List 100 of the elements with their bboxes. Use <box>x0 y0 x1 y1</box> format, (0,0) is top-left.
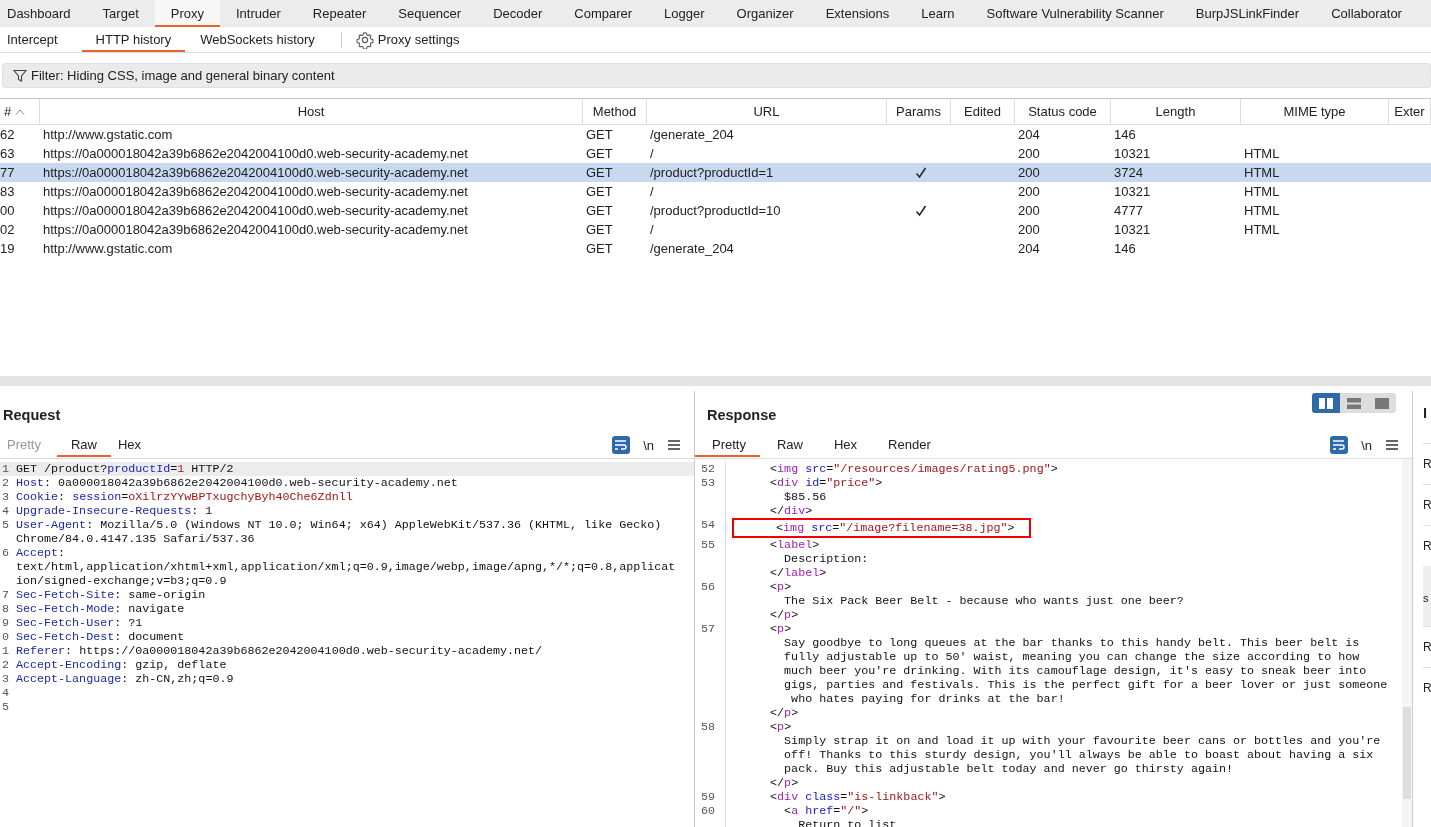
wrap-button[interactable] <box>1330 436 1349 454</box>
table-row[interactable]: 63 https://0a000018042a39b6862e2042004100d0.web-security-academy.net GET / 200 10321 HTML <box>0 144 1431 163</box>
newline-button[interactable]: \n <box>643 437 654 453</box>
inspector-row[interactable]: R <box>1423 667 1431 708</box>
code-line: </p> <box>769 706 799 720</box>
code-line: fully adjustable up to 50' waist, meaning you can change the size according to how <box>783 650 1360 664</box>
code-line: ion/signed-exchange;v=b3;q=0.9 <box>15 574 227 588</box>
main-tab[interactable]: Software Vulnerability Scanner <box>970 0 1180 27</box>
code-line: GET /product?productId=1 HTTP/2 <box>15 462 234 476</box>
column-header[interactable]: Status code <box>1015 99 1111 124</box>
code-line: <p> <box>769 720 792 734</box>
sort-icon <box>15 108 26 115</box>
scroll-thumb[interactable] <box>1403 707 1411 799</box>
settings-button[interactable]: Proxy settings <box>355 30 460 49</box>
wrap-icon <box>615 440 628 450</box>
main-tab[interactable]: Repeater <box>296 0 383 27</box>
column-header[interactable]: Exter <box>1389 99 1431 124</box>
main-tab[interactable]: Intruder <box>220 0 297 27</box>
line-number: 1 <box>2 462 9 476</box>
code-line: <img src="/resources/images/rating5.png"> <box>769 462 1058 476</box>
line-number: 8 <box>2 602 9 616</box>
table-cell-text: 3724 <box>1113 165 1144 180</box>
column-header[interactable]: Method <box>583 99 647 124</box>
code-line: Simply strap it on and load it up with your favourite beer cans or bottles and you're <box>783 734 1381 748</box>
main-tab[interactable]: BurpJSLinkFinder <box>1179 0 1316 27</box>
code-line: Host: 0a000018042a39b6862e2042004100d0.web-security-academy.net <box>15 476 458 490</box>
newline-button[interactable]: \n <box>1361 437 1372 453</box>
main-tab[interactable]: Proxy <box>154 0 220 27</box>
inspector-box: s <box>1423 566 1431 626</box>
table-row[interactable]: 62 http://www.gstatic.com GET /generate_204 204 146 <box>0 125 1431 144</box>
main-tab[interactable]: Sequencer <box>382 0 478 27</box>
line-number: 54 <box>701 518 716 532</box>
table-cell-text: GET <box>585 222 614 237</box>
code-line: Referer: https://0a000018042a39b6862e2042004100d0.web-security-academy.net/ <box>15 644 543 658</box>
main-tab[interactable]: Comparer <box>558 0 649 27</box>
main-tab[interactable]: Organizer <box>720 0 810 27</box>
table-cell-text: https://0a000018042a39b6862e2042004100d0.web-security-academy.net <box>42 184 469 199</box>
main-tab[interactable]: Learn <box>905 0 971 27</box>
inspector-row[interactable]: R <box>1423 443 1431 484</box>
code-line: The Six Pack Beer Belt - because who wants just one beer? <box>783 594 1184 608</box>
sub-tab[interactable]: WebSockets history <box>193 27 331 52</box>
column-header[interactable]: MIME type <box>1241 99 1389 124</box>
table-cell-text: / <box>649 222 655 237</box>
column-header[interactable]: URL <box>647 99 887 124</box>
wrap-button[interactable] <box>612 436 631 454</box>
main-tab[interactable]: Decoder <box>477 0 559 27</box>
inspector-row[interactable]: R <box>1423 484 1431 525</box>
code-line: Accept-Encoding: gzip, deflate <box>15 658 227 672</box>
table-cell: HTML <box>1244 184 1280 199</box>
code-line: who hates paying for drinks at the bar! <box>790 692 1065 706</box>
main-tab[interactable]: Target <box>86 0 155 27</box>
column-header[interactable]: Params <box>887 99 951 124</box>
table-row[interactable]: 02 https://0a000018042a39b6862e2042004100d0.web-security-academy.net GET / 200 10321 HTML <box>0 220 1431 239</box>
table-cell-text: 00 <box>0 203 16 218</box>
scrollbar[interactable] <box>1402 459 1412 827</box>
table-cell-text: 204 <box>1017 241 1041 256</box>
table-cell-text: 10321 <box>1113 222 1152 237</box>
layout-button[interactable] <box>1312 393 1340 413</box>
filter-icon <box>13 68 27 83</box>
table-cell-text: 204 <box>1017 127 1041 142</box>
table-row[interactable]: 77 https://0a000018042a39b6862e2042004100d0.web-security-academy.net GET /product?productId=1 200 3724 HTML <box>0 163 1431 182</box>
rows-icon <box>1347 397 1361 409</box>
view-tab[interactable]: Raw <box>56 433 111 457</box>
columns-icon <box>1319 397 1333 409</box>
main-tab[interactable]: Dashboard <box>0 0 87 27</box>
column-header[interactable]: Length <box>1111 99 1241 124</box>
main-tab[interactable]: Collaborator <box>1315 0 1418 27</box>
main-tab[interactable]: Logger <box>648 0 721 27</box>
column-header[interactable]: Host <box>40 99 583 124</box>
view-tab[interactable]: Raw <box>759 433 817 457</box>
table-cell-text: /generate_204 <box>649 241 735 256</box>
table-cell-text: GET <box>585 241 614 256</box>
table-cell-text: 200 <box>1017 184 1041 199</box>
line-number: 0 <box>2 630 9 644</box>
table-row[interactable]: 19 http://www.gstatic.com GET /generate_204 204 146 <box>0 239 1431 258</box>
view-tab[interactable]: Pretty <box>695 433 760 457</box>
menu-icon[interactable] <box>668 440 680 450</box>
view-tab[interactable]: Hex <box>817 433 872 457</box>
table-cell-text: /product?productId=1 <box>649 165 775 180</box>
line-number: 2 <box>2 658 9 672</box>
table-cell: HTML <box>1244 203 1280 218</box>
column-header[interactable]: # <box>0 99 40 124</box>
table-cell: HTML <box>1244 146 1280 161</box>
code-line: <div class="is-linkback"> <box>769 790 946 804</box>
menu-icon[interactable] <box>1386 440 1398 450</box>
view-tab[interactable]: Hex <box>111 433 158 457</box>
main-tab[interactable]: Extensions <box>809 0 906 27</box>
table-cell-text: 4777 <box>1113 203 1144 218</box>
column-header[interactable]: Edited <box>951 99 1015 124</box>
code-line: off! Thanks to this sturdy design, you'll always be able to boast about having a six <box>783 748 1374 762</box>
table-cell-text: 10321 <box>1113 184 1152 199</box>
table-row[interactable]: 00 https://0a000018042a39b6862e2042004100d0.web-security-academy.net GET /product?productId=10 200 4777 HTML <box>0 201 1431 220</box>
table-row[interactable]: 83 https://0a000018042a39b6862e2042004100d0.web-security-academy.net GET / 200 10321 HTML <box>0 182 1431 201</box>
table-cell-text: 02 <box>0 222 16 237</box>
inspector-row[interactable]: R <box>1423 626 1431 667</box>
view-tab[interactable]: Render <box>871 433 945 457</box>
sub-tab[interactable]: HTTP history <box>81 27 186 52</box>
filter-bar[interactable]: Filter: Hiding CSS, image and general binary content <box>2 63 1431 88</box>
code-line: Accept: <box>15 546 66 560</box>
sub-tab[interactable]: Intercept <box>0 27 74 52</box>
